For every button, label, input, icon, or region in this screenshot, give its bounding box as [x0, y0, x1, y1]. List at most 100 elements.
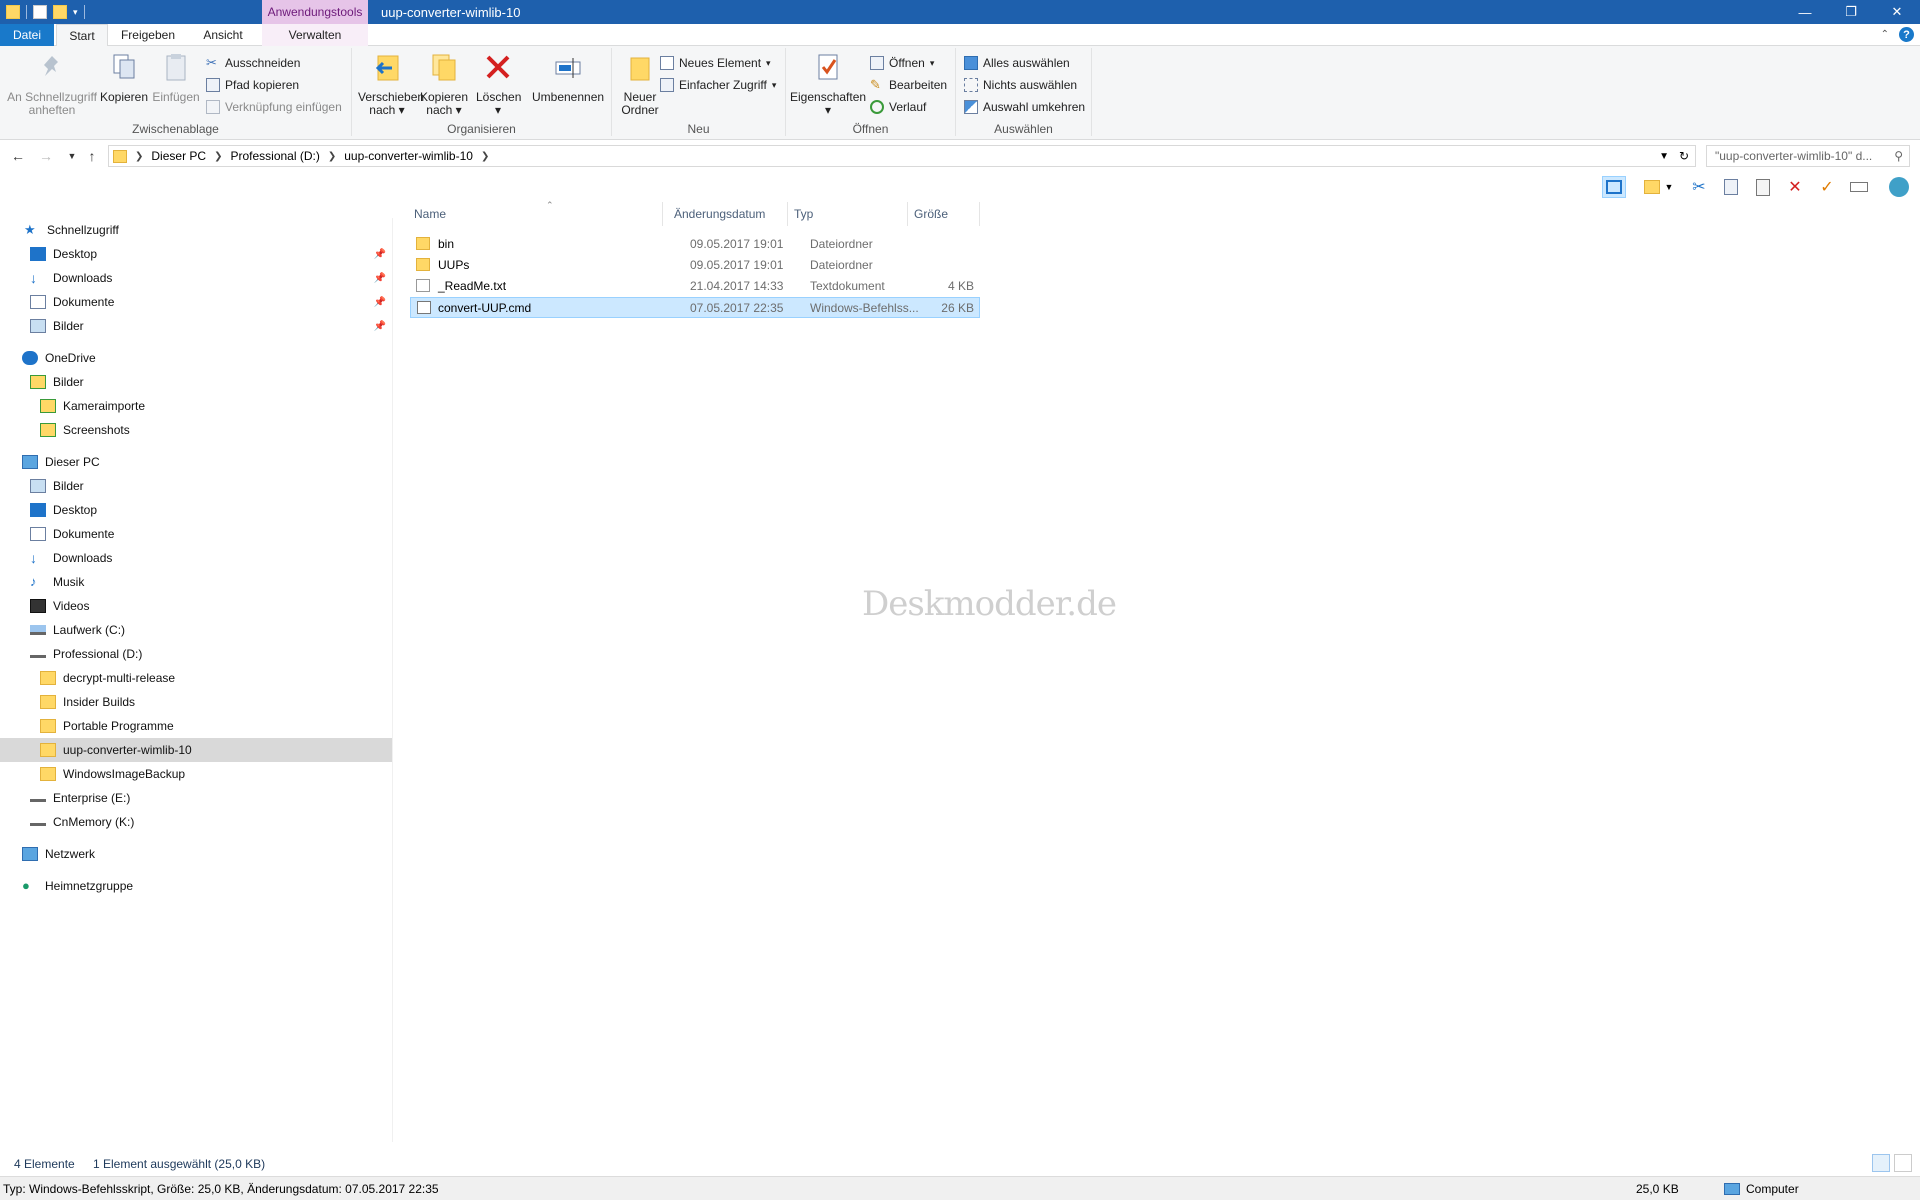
pin-icon[interactable]: 📌: [374, 321, 386, 332]
edit-button[interactable]: ✎ Bearbeiten: [870, 76, 947, 94]
new-folder-button[interactable]: Neuer Ordner: [616, 52, 664, 117]
select-all-button[interactable]: Alles auswählen: [964, 54, 1070, 72]
nav-pc-dokumente[interactable]: Dokumente: [0, 522, 392, 546]
globe-icon[interactable]: [1887, 176, 1911, 198]
collapse-ribbon-icon[interactable]: ⌃: [1881, 29, 1889, 40]
new-folder-icon[interactable]: [53, 5, 67, 19]
file-row[interactable]: UUPs 09.05.2017 19:01 Dateiordner: [410, 255, 980, 276]
nav-folder-windowsimagebackup[interactable]: WindowsImageBackup: [0, 762, 392, 786]
nav-pc-downloads[interactable]: ↓ Downloads: [0, 546, 392, 570]
scissors-icon[interactable]: ✂: [1687, 176, 1711, 198]
history-button[interactable]: Verlauf: [870, 98, 926, 116]
select-none-button[interactable]: Nichts auswählen: [964, 76, 1077, 94]
copy-path-button[interactable]: Pfad kopieren: [206, 76, 299, 94]
pin-icon[interactable]: 📌: [374, 273, 386, 284]
pin-icon[interactable]: 📌: [374, 249, 386, 260]
nav-drive-enterprise-e[interactable]: Enterprise (E:): [0, 786, 392, 810]
delete-button[interactable]: Löschen ▾: [476, 52, 520, 117]
checkmark-icon[interactable]: ✓: [1815, 176, 1839, 198]
copy-button[interactable]: Kopieren: [98, 52, 150, 104]
layout-dropdown-icon[interactable]: ▼: [1664, 176, 1674, 198]
nav-dieser-pc[interactable]: Dieser PC: [0, 450, 392, 474]
help-icon[interactable]: ?: [1899, 27, 1914, 42]
delete-icon[interactable]: ✕: [1783, 176, 1807, 198]
tab-datei[interactable]: Datei: [0, 24, 54, 46]
nav-quick-desktop[interactable]: Desktop📌: [0, 242, 392, 266]
column-header-type[interactable]: Typ: [788, 202, 908, 226]
rename-button[interactable]: Umbenennen: [532, 52, 604, 104]
nav-heimnetzgruppe[interactable]: ● Heimnetzgruppe: [0, 874, 392, 898]
nav-pc-bilder[interactable]: Bilder: [0, 474, 392, 498]
nav-drive-cnmemory-k[interactable]: CnMemory (K:): [0, 810, 392, 834]
rename-icon[interactable]: [1847, 176, 1871, 198]
large-icons-view-icon[interactable]: [1894, 1154, 1912, 1172]
column-header-name[interactable]: Name ⌃: [408, 202, 663, 226]
paste-button[interactable]: Einfügen: [150, 52, 202, 104]
breadcrumb-current-folder[interactable]: uup-converter-wimlib-10: [344, 149, 473, 163]
folder-icon[interactable]: [6, 5, 20, 19]
file-row[interactable]: _ReadMe.txt 21.04.2017 14:33 Textdokumen…: [410, 276, 980, 297]
recent-dropdown-icon[interactable]: ▼: [62, 146, 82, 166]
pin-quick-access-button[interactable]: An Schnellzugriff anheften: [6, 52, 98, 117]
nav-folder-decrypt[interactable]: decrypt-multi-release: [0, 666, 392, 690]
up-icon[interactable]: ↑: [82, 146, 102, 166]
chevron-right-icon[interactable]: ❯: [481, 151, 489, 162]
address-dropdown-icon[interactable]: ▼: [1659, 151, 1669, 162]
nav-onedrive-bilder[interactable]: Bilder: [0, 370, 392, 394]
copy-to-button[interactable]: Kopieren nach ▾: [418, 52, 470, 117]
open-button[interactable]: Öffnen▾: [870, 54, 934, 72]
nav-pc-musik[interactable]: ♪ Musik: [0, 570, 392, 594]
paste-shortcut-button[interactable]: Verknüpfung einfügen: [206, 98, 342, 116]
close-icon[interactable]: ✕: [1874, 0, 1920, 24]
back-icon[interactable]: ←: [8, 146, 28, 166]
chevron-right-icon[interactable]: ❯: [135, 151, 143, 162]
file-row-selected[interactable]: convert-UUP.cmd 07.05.2017 22:35 Windows…: [410, 297, 980, 318]
easy-access-button[interactable]: Einfacher Zugriff▾: [660, 76, 776, 94]
move-to-button[interactable]: Verschieben nach ▾: [358, 52, 416, 117]
tab-verwalten[interactable]: Verwalten: [262, 24, 368, 46]
nav-netzwerk[interactable]: Netzwerk: [0, 842, 392, 866]
chevron-right-icon[interactable]: ❯: [328, 151, 336, 162]
details-view-icon[interactable]: [1872, 1154, 1890, 1172]
qat-dropdown-icon[interactable]: ▾: [73, 7, 78, 18]
nav-schnellzugriff[interactable]: ★ Schnellzugriff: [0, 218, 392, 242]
tab-start[interactable]: Start: [56, 24, 108, 47]
chevron-right-icon[interactable]: ❯: [214, 151, 222, 162]
nav-quick-downloads[interactable]: ↓ Downloads📌: [0, 266, 392, 290]
nav-pc-videos[interactable]: Videos: [0, 594, 392, 618]
nav-pc-professional-d[interactable]: Professional (D:): [0, 642, 392, 666]
tab-freigeben[interactable]: Freigeben: [112, 24, 184, 46]
forward-icon[interactable]: →: [36, 146, 56, 166]
new-item-button[interactable]: Neues Element▾: [660, 54, 771, 72]
invert-selection-button[interactable]: Auswahl umkehren: [964, 98, 1085, 116]
search-icon[interactable]: ⚲: [1894, 149, 1903, 163]
preview-pane-icon[interactable]: [1602, 176, 1626, 198]
tab-ansicht[interactable]: Ansicht: [190, 24, 256, 46]
nav-folder-portable[interactable]: Portable Programme: [0, 714, 392, 738]
breadcrumb-dieser-pc[interactable]: Dieser PC: [151, 149, 206, 163]
properties-icon[interactable]: [33, 5, 47, 19]
layout-icon[interactable]: [1640, 176, 1664, 198]
cut-button[interactable]: ✂ Ausschneiden: [206, 54, 300, 72]
breadcrumb-professional-d[interactable]: Professional (D:): [230, 149, 319, 163]
copy-icon[interactable]: [1719, 176, 1743, 198]
nav-quick-bilder[interactable]: Bilder📌: [0, 314, 392, 338]
file-row[interactable]: bin 09.05.2017 19:01 Dateiordner: [410, 234, 980, 255]
restore-icon[interactable]: ❐: [1828, 0, 1874, 24]
nav-folder-uup-converter[interactable]: uup-converter-wimlib-10: [0, 738, 392, 762]
nav-quick-dokumente[interactable]: Dokumente📌: [0, 290, 392, 314]
paste-icon[interactable]: [1751, 176, 1775, 198]
minimize-icon[interactable]: —: [1782, 0, 1828, 24]
column-header-date[interactable]: Änderungsdatum: [668, 202, 788, 226]
nav-folder-insider[interactable]: Insider Builds: [0, 690, 392, 714]
refresh-icon[interactable]: ↻: [1679, 149, 1689, 163]
column-header-size[interactable]: Größe: [908, 202, 980, 226]
nav-pc-laufwerk-c[interactable]: Laufwerk (C:): [0, 618, 392, 642]
properties-button[interactable]: Eigenschaften ▾: [790, 52, 866, 117]
nav-pc-desktop[interactable]: Desktop: [0, 498, 392, 522]
nav-onedrive-kameraimporte[interactable]: Kameraimporte: [0, 394, 392, 418]
pin-icon[interactable]: 📌: [374, 297, 386, 308]
search-input[interactable]: "uup-converter-wimlib-10" d... ⚲: [1706, 145, 1910, 167]
nav-onedrive-screenshots[interactable]: Screenshots: [0, 418, 392, 442]
address-bar[interactable]: ❯ Dieser PC ❯ Professional (D:) ❯ uup-co…: [108, 145, 1696, 167]
